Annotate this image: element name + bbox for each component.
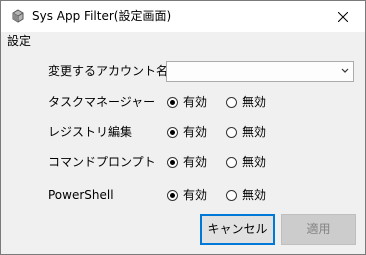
command-prompt-disable-radio[interactable]: 無効 bbox=[226, 155, 266, 170]
account-name-dropdown[interactable] bbox=[166, 61, 354, 82]
task-manager-label: タスクマネージャー bbox=[48, 95, 156, 109]
title-bar[interactable]: Sys App Filter(設定画面) bbox=[1, 1, 365, 32]
radio-checked-icon bbox=[167, 97, 178, 108]
registry-editor-label: レジストリ編集 bbox=[48, 125, 133, 139]
app-window: Sys App Filter(設定画面) 設定 変更するアカウント名 タスクマネ… bbox=[0, 0, 366, 255]
enable-label: 有効 bbox=[183, 155, 208, 169]
close-button[interactable] bbox=[321, 1, 365, 32]
window-title: Sys App Filter(設定画面) bbox=[32, 9, 172, 23]
account-name-label: 変更するアカウント名 bbox=[48, 64, 169, 78]
chevron-down-icon bbox=[341, 68, 349, 73]
enable-label: 有効 bbox=[183, 125, 208, 139]
registry-editor-disable-radio[interactable]: 無効 bbox=[226, 125, 266, 140]
menu-item-settings[interactable]: 設定 bbox=[7, 34, 31, 49]
radio-unchecked-icon bbox=[226, 97, 237, 108]
radio-unchecked-icon bbox=[226, 157, 237, 168]
app-icon bbox=[12, 9, 24, 23]
menu-bar: 設定 bbox=[1, 32, 365, 51]
powershell-label: PowerShell bbox=[48, 188, 114, 202]
disable-label: 無効 bbox=[242, 155, 267, 169]
settings-form: 変更するアカウント名 タスクマネージャー 有効 無効 レジストリ編集 有効 無効 bbox=[1, 51, 365, 254]
powershell-disable-radio[interactable]: 無効 bbox=[226, 188, 266, 203]
disable-label: 無効 bbox=[242, 188, 267, 202]
cancel-button[interactable]: キャンセル bbox=[200, 214, 275, 245]
apply-button[interactable]: 適用 bbox=[281, 214, 356, 245]
radio-checked-icon bbox=[167, 127, 178, 138]
powershell-enable-radio[interactable]: 有効 bbox=[167, 188, 207, 203]
command-prompt-enable-radio[interactable]: 有効 bbox=[167, 155, 207, 170]
task-manager-enable-radio[interactable]: 有効 bbox=[167, 95, 207, 110]
disable-label: 無効 bbox=[242, 125, 267, 139]
enable-label: 有効 bbox=[183, 95, 208, 109]
radio-checked-icon bbox=[167, 157, 178, 168]
close-icon bbox=[338, 11, 348, 22]
command-prompt-label: コマンドプロンプト bbox=[48, 155, 156, 169]
disable-label: 無効 bbox=[242, 95, 267, 109]
enable-label: 有効 bbox=[183, 188, 208, 202]
radio-checked-icon bbox=[167, 190, 178, 201]
task-manager-disable-radio[interactable]: 無効 bbox=[226, 95, 266, 110]
radio-unchecked-icon bbox=[226, 190, 237, 201]
registry-editor-enable-radio[interactable]: 有効 bbox=[167, 125, 207, 140]
radio-unchecked-icon bbox=[226, 127, 237, 138]
